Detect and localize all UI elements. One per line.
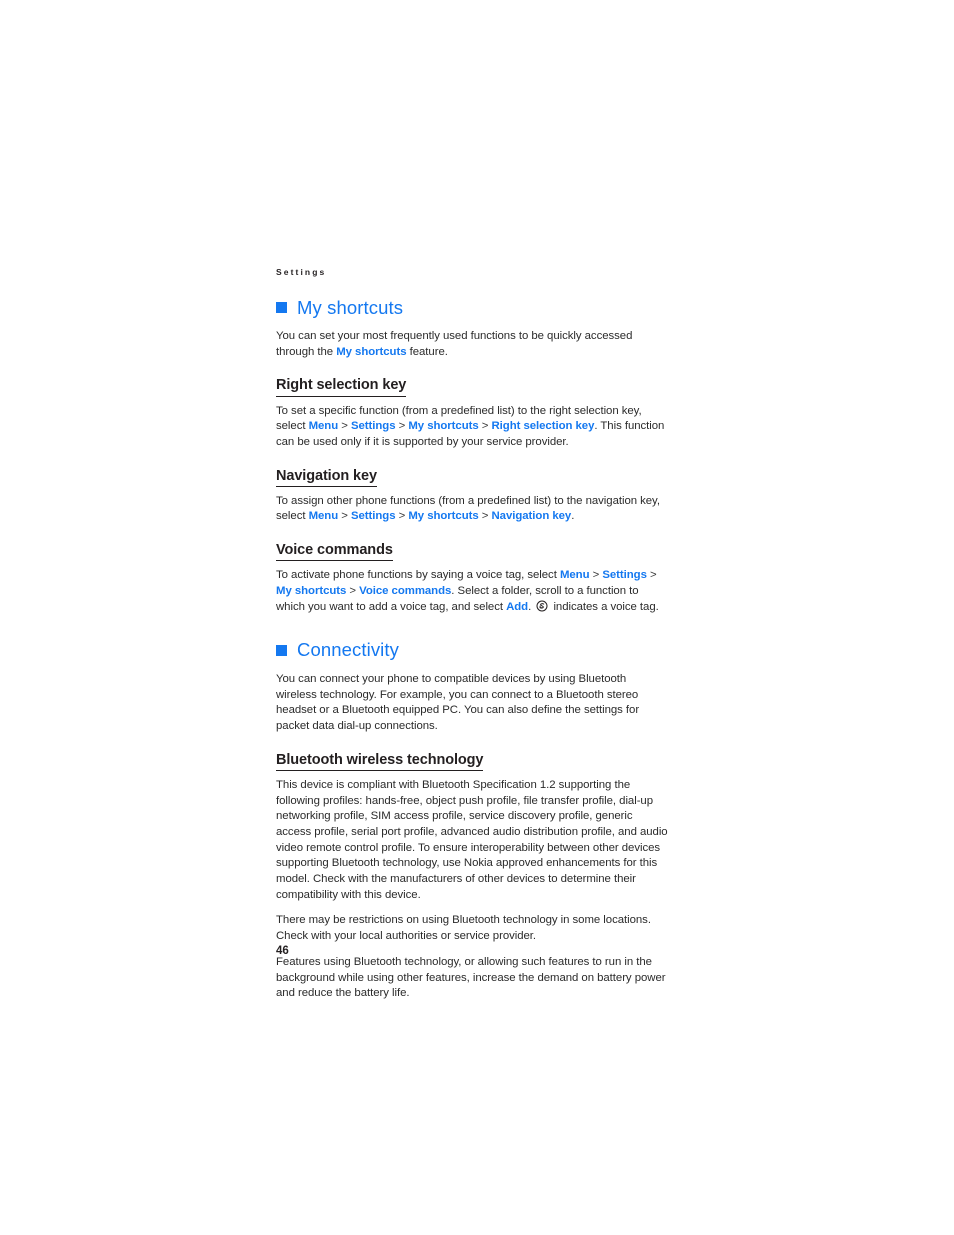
path-separator: > [338,420,351,433]
running-header: Settings [276,267,327,277]
sub-heading-navigation-key: Navigation key [276,467,377,487]
inline-link-menu[interactable]: Menu [309,510,339,522]
text-fragment: . [571,510,575,523]
path-separator: > [338,510,351,523]
sub-heading-bluetooth-wireless-technology: Bluetooth wireless technology [276,751,483,771]
inline-link-voice-commands[interactable]: Voice commands [359,585,451,597]
navigation-key-paragraph: To assign other phone functions (from a … [276,494,668,525]
inline-link-my-shortcuts[interactable]: My shortcuts [408,510,478,522]
text-fragment: feature. [406,345,448,358]
section-heading-connectivity: Connectivity [276,641,668,660]
inline-link-navigation-key[interactable]: Navigation key [492,510,572,522]
text-fragment: To activate phone functions by saying a … [276,569,560,582]
voice-tag-icon [536,600,548,612]
page-content: Settings My shortcuts You can set your m… [276,268,668,1002]
inline-link-my-shortcuts[interactable]: My shortcuts [276,585,346,597]
square-bullet-icon [276,302,287,314]
path-separator: > [395,510,409,523]
sub-heading-right-selection-key: Right selection key [276,376,406,397]
path-separator: > [478,510,492,523]
subsection-right-selection-key: Right selection key To set a specific fu… [276,376,668,450]
bluetooth-paragraph-2: There may be restrictions on using Bluet… [276,914,651,943]
path-separator: > [395,420,409,433]
section-title: My shortcuts [297,296,404,318]
text-fragment: You can set your most frequently used fu… [276,330,633,358]
path-separator: > [589,569,603,582]
subsection-voice-commands: Voice commands To activate phone functio… [276,541,668,615]
page-number: 46 [276,945,289,957]
path-separator: > [346,585,360,597]
connectivity-intro-paragraph: You can connect your phone to compatible… [276,672,640,733]
subsection-bluetooth-wireless-technology: Bluetooth wireless technology This devic… [276,751,668,1002]
inline-link-menu[interactable]: Menu [560,569,590,581]
bluetooth-paragraph-3: Features using Bluetooth technology, or … [276,955,666,1000]
right-selection-key-paragraph: To set a specific function (from a prede… [276,404,668,451]
inline-link-my-shortcuts[interactable]: My shortcuts [408,420,478,432]
inline-link-right-selection-key[interactable]: Right selection key [492,420,595,432]
subsection-navigation-key: Navigation key To assign other phone fun… [276,467,668,526]
inline-link-menu[interactable]: Menu [309,420,339,432]
inline-link-settings[interactable]: Settings [351,420,396,432]
section-title: Connectivity [297,639,399,661]
voice-commands-paragraph: To activate phone functions by saying a … [276,568,668,615]
inline-link-settings[interactable]: Settings [602,569,647,581]
square-bullet-icon [276,645,287,657]
sub-heading-voice-commands: Voice commands [276,541,393,562]
path-separator: > [646,569,657,582]
path-separator: > [478,420,492,433]
text-fragment: indicates a voice tag. [550,600,659,613]
my-shortcuts-intro-paragraph: You can set your most frequently used fu… [276,329,668,360]
section-heading-my-shortcuts: My shortcuts [276,296,668,318]
inline-link-add[interactable]: Add [506,601,528,613]
inline-link-settings[interactable]: Settings [351,510,396,522]
inline-link-my-shortcuts[interactable]: My shortcuts [336,346,406,358]
text-fragment: . [528,600,535,613]
bluetooth-paragraph-1: This device is compliant with Bluetooth … [276,778,668,901]
